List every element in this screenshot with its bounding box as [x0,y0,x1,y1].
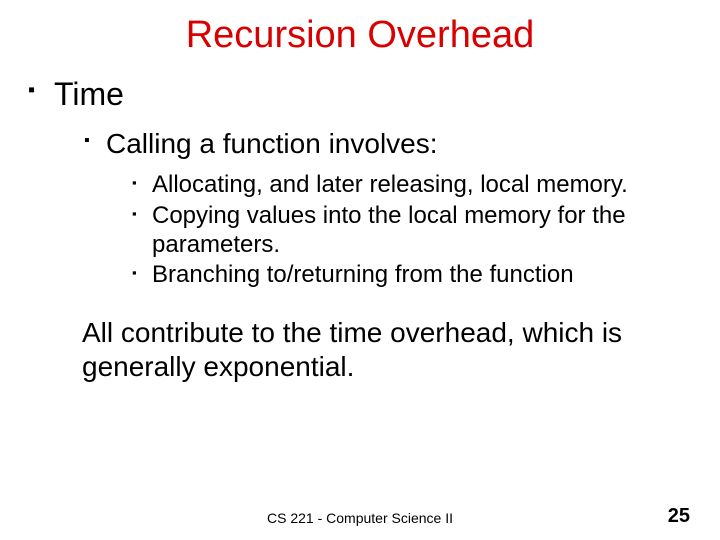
bullet-calling: Calling a function involves: Allocating,… [84,127,720,290]
bullet-list-level1: Time Calling a function involves: Alloca… [28,75,720,290]
bullet-branch: Branching to/returning from the function [132,261,692,290]
summary-text: All contribute to the time overhead, whi… [82,316,642,383]
slide-title: Recursion Overhead [0,0,720,57]
bullet-branch-label: Branching to/returning from the function [152,261,574,288]
footer-course: CS 221 - Computer Science II [0,510,720,526]
bullet-copy-label: Copying values into the local memory for… [152,202,626,258]
bullet-alloc-label: Allocating, and later releasing, local m… [152,171,628,198]
bullet-list-level3: Allocating, and later releasing, local m… [132,171,692,290]
bullet-calling-label: Calling a function involves: [106,128,438,159]
bullet-copy: Copying values into the local memory for… [132,202,692,260]
bullet-list-level2: Calling a function involves: Allocating,… [84,127,720,290]
bullet-time-label: Time [54,76,124,112]
bullet-time: Time Calling a function involves: Alloca… [28,75,720,290]
bullet-alloc: Allocating, and later releasing, local m… [132,171,692,200]
slide: Recursion Overhead Time Calling a functi… [0,0,720,540]
footer-page-number: 25 [668,505,690,528]
